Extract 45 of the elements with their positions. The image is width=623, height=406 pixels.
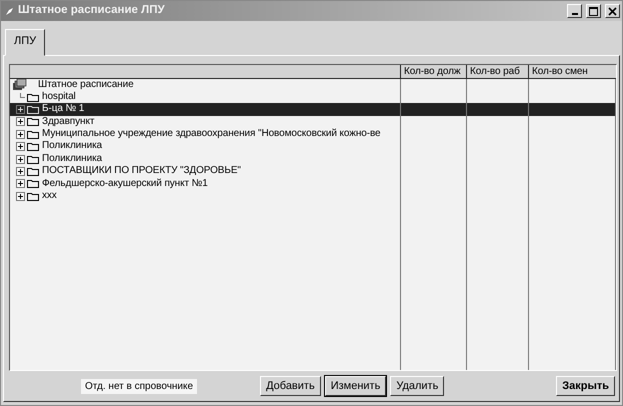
tree-item-label[interactable]: Поликлиника [41,152,104,166]
expand-icon[interactable] [16,117,25,126]
tree-item-label[interactable]: hospital [41,90,77,104]
folder-icon [27,166,39,176]
folder-icon [27,92,39,102]
tree-item-label[interactable]: Б-ца № 1 [41,103,86,116]
close-button[interactable] [605,4,620,18]
tree-root-label[interactable]: Штатное расписание [37,78,135,91]
column-header: Кол-во долж [401,64,467,78]
expand-icon[interactable] [16,154,25,164]
folder-icon [27,130,39,139]
action-button[interactable]: Изменить [324,376,386,396]
folder-icon [27,192,39,201]
column-header: Кол-во раб [467,64,529,78]
expand-icon[interactable] [16,192,25,201]
close-button[interactable]: Закрыть [556,376,615,396]
tree-item-label[interactable]: Поликлиника [41,140,104,153]
folder-icon [27,154,39,164]
column-header: Кол-во смен [529,64,616,78]
selected-row[interactable]: Б-ца № 1 [10,103,616,116]
action-button[interactable]: Добавить [260,376,321,396]
minimize-button[interactable] [567,4,582,18]
tree-item-label[interactable]: xxx [41,190,58,202]
tree-item-label[interactable]: Здравпункт [41,116,96,128]
window-title: Штатное расписание ЛПУ [18,3,166,18]
folder-icon [27,179,39,188]
maximize-icon [589,6,598,16]
tree-item-label[interactable]: Фельдшерско-акушерский пункт №1 [41,178,209,190]
tree-item-label[interactable]: Муниципальное учреждение здравоохранения "Новомосковский кожно-ве [41,128,382,140]
minimize-icon [572,13,578,15]
expand-icon[interactable] [16,179,25,188]
folder-icon [27,142,39,152]
close-icon [608,6,617,16]
status-text: Отд. нет в спровочнике [81,378,198,394]
expand-icon[interactable] [16,142,25,152]
window-icon [5,6,14,16]
action-button[interactable]: Удалить [390,376,444,396]
expand-icon[interactable] [16,166,25,176]
maximize-button[interactable] [586,4,601,18]
tab[interactable]: ЛПУ [5,29,46,56]
folder-icon [27,104,39,114]
expand-icon[interactable] [16,104,25,114]
folder-icon [27,117,39,126]
tree-item-label[interactable]: ПОСТАВЩИКИ ПО ПРОЕКТУ "ЗДОРОВЬЕ" [41,165,242,178]
expand-icon[interactable] [16,130,25,139]
